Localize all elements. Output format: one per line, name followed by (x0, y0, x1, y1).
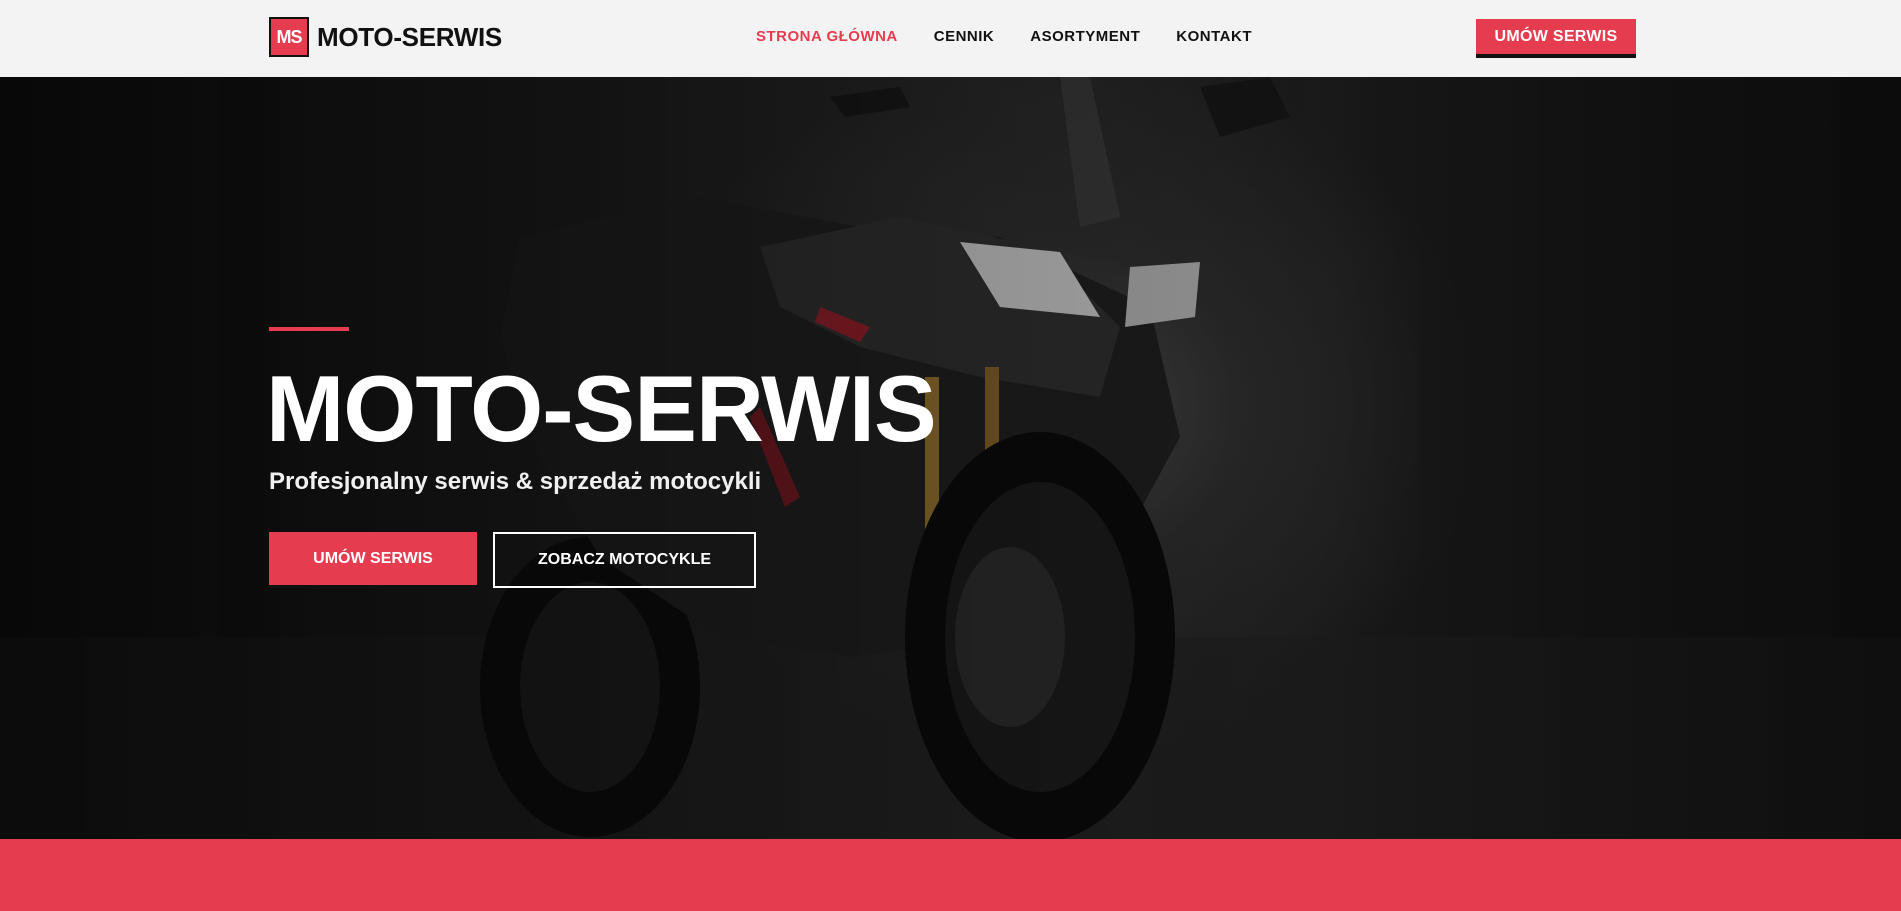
nav-item-pricing[interactable]: CENNIK (934, 28, 995, 45)
header-book-service-button[interactable]: UMÓW SERWIS (1476, 19, 1636, 58)
hero-section: MOTO-SERWIS Profesjonalny serwis & sprze… (0, 77, 1901, 839)
site-header: MS MOTO-SERWIS STRONA GŁÓWNA CENNIK ASOR… (0, 0, 1901, 77)
hero-title: MOTO-SERWIS (266, 356, 937, 461)
accent-line (269, 327, 349, 331)
accent-band (0, 839, 1901, 911)
main-nav: STRONA GŁÓWNA CENNIK ASORTYMENT KONTAKT (756, 28, 1288, 45)
see-motorcycles-button[interactable]: ZOBACZ MOTOCYKLE (493, 532, 756, 588)
nav-item-home[interactable]: STRONA GŁÓWNA (756, 28, 898, 45)
hero-subtitle: Profesjonalny serwis & sprzedaż motocykl… (269, 468, 762, 495)
hero-book-service-button[interactable]: UMÓW SERWIS (269, 532, 477, 588)
logo[interactable]: MS MOTO-SERWIS (269, 17, 502, 57)
logo-mark: MS (269, 17, 309, 57)
logo-text: MOTO-SERWIS (317, 21, 502, 52)
nav-item-contact[interactable]: KONTAKT (1176, 28, 1252, 45)
nav-item-assortment[interactable]: ASORTYMENT (1030, 28, 1140, 45)
